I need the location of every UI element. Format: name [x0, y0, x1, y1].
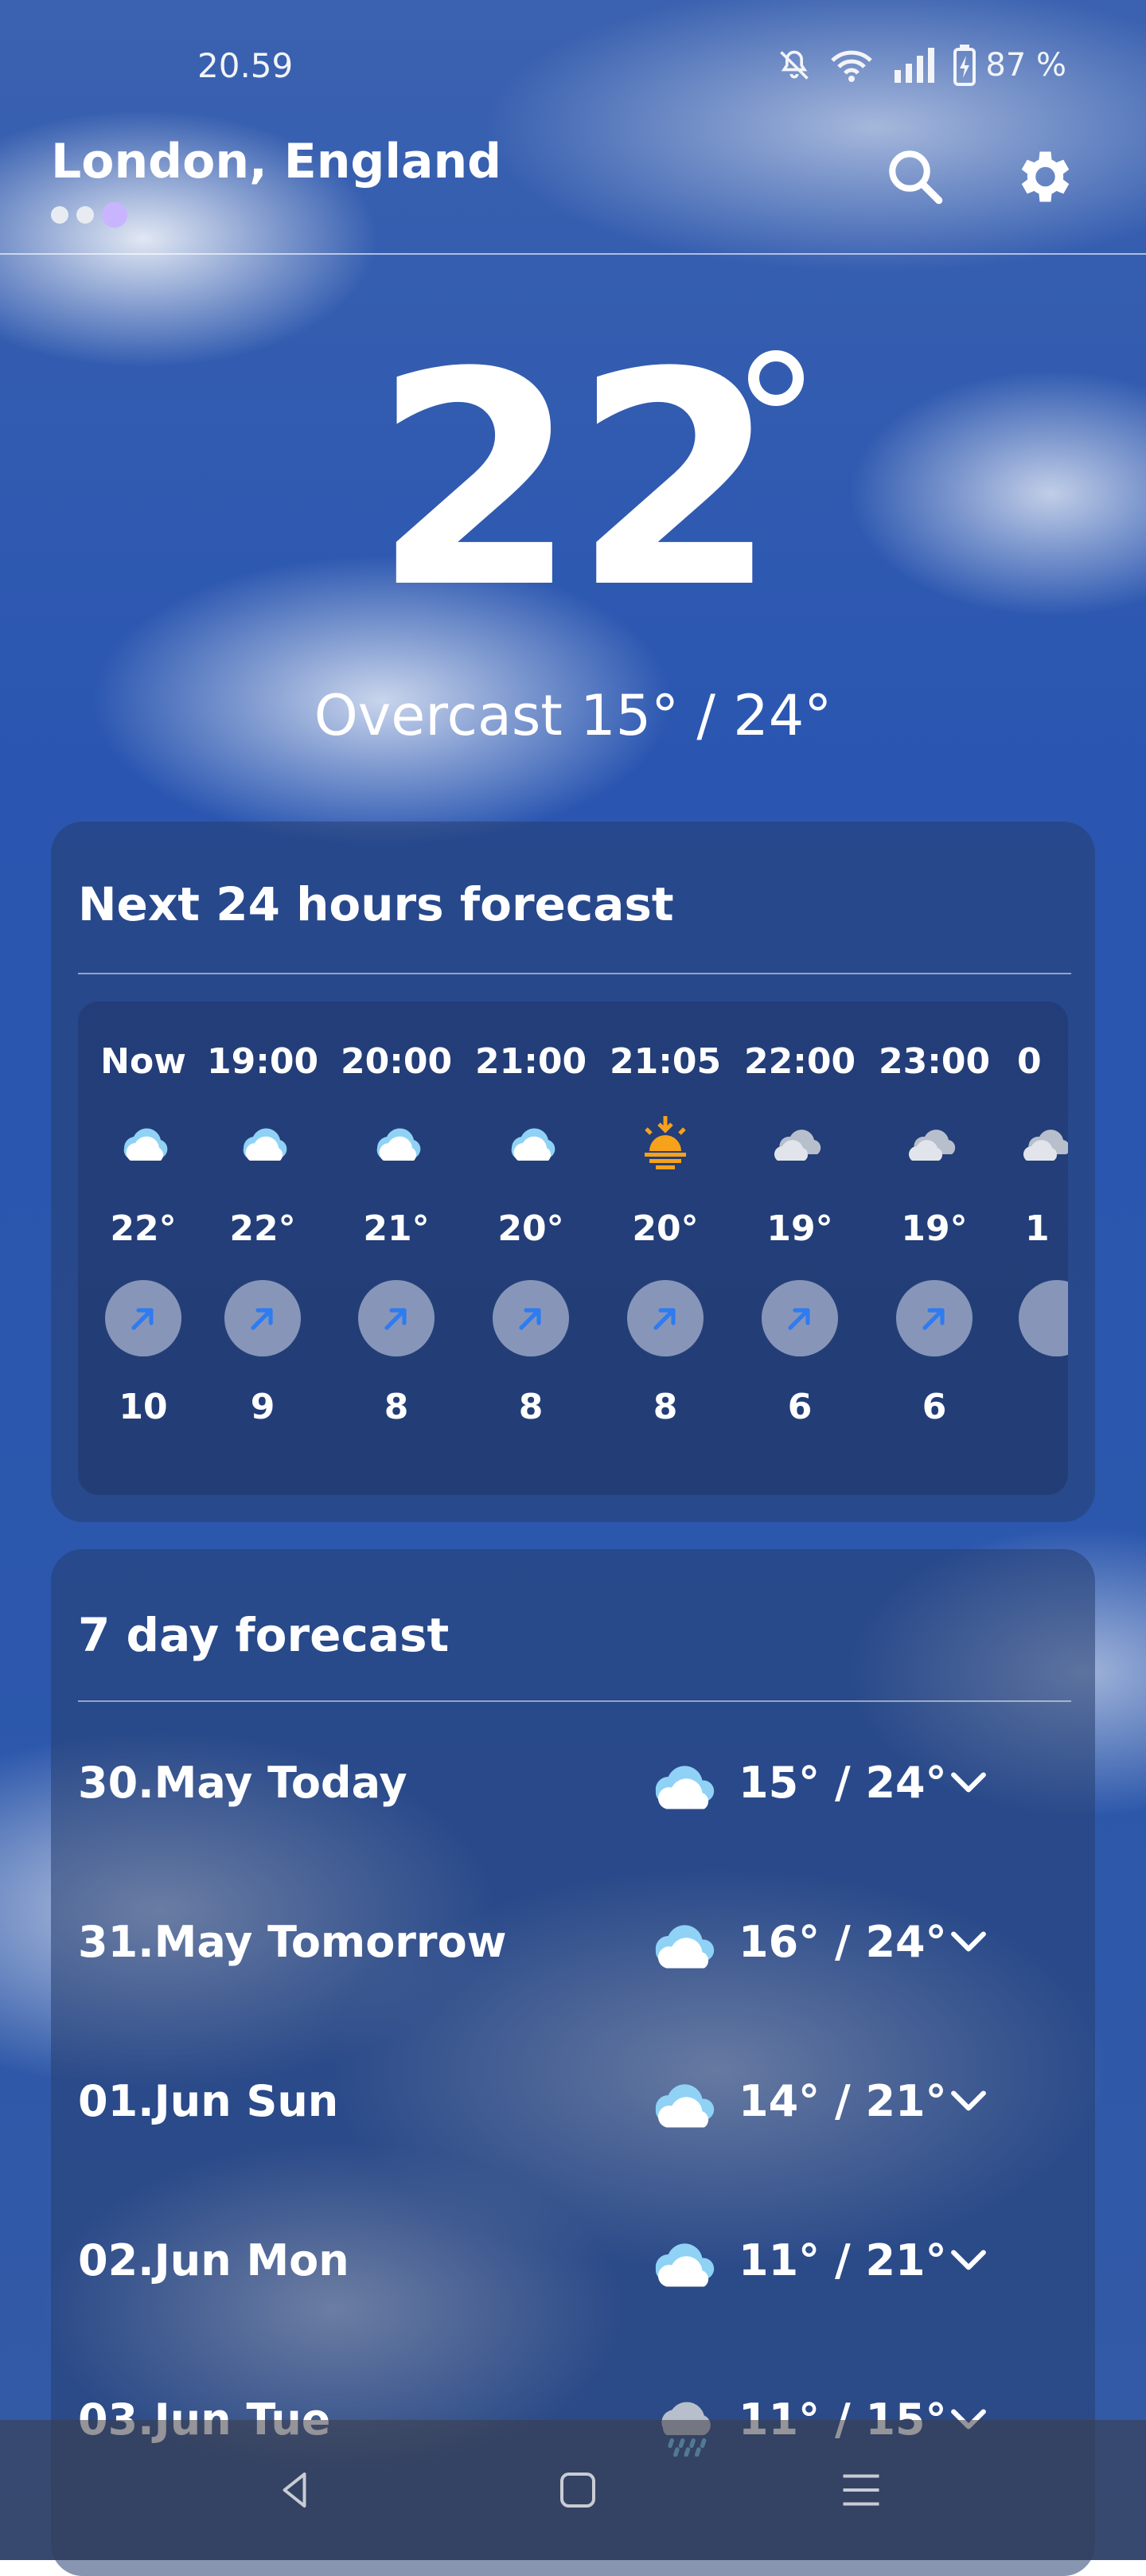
- status-time: 20.59: [197, 46, 294, 85]
- page-dot-active: [102, 202, 127, 228]
- wind-speed: 8: [384, 1387, 409, 1427]
- daily-forecast-title: 7 day forecast: [78, 1608, 450, 1662]
- day-row[interactable]: 31.May Tomorrow 16° / 24°: [78, 1896, 1071, 1992]
- partly-cloudy-icon: [231, 1110, 294, 1173]
- card-divider: [78, 1700, 1071, 1702]
- hour-time: 0: [1017, 1041, 1042, 1082]
- settings-button[interactable]: [1009, 143, 1076, 210]
- day-label: 31.May Tomorrow: [78, 1917, 507, 1967]
- hour-time: 20:00: [341, 1041, 453, 1082]
- partly-cloudy-icon: [645, 2067, 724, 2138]
- hour-temperature: 20°: [497, 1208, 564, 1249]
- partly-cloudy-icon: [111, 1110, 175, 1173]
- current-temperature: 22: [0, 334, 1146, 629]
- day-temperature-range: 14° / 21°: [739, 2076, 947, 2126]
- hour-item: 21:00 20° 8: [475, 1001, 587, 1495]
- navigation-bar: [0, 2420, 1146, 2560]
- hour-time: 22:00: [744, 1041, 856, 1082]
- day-label: 01.Jun Sun: [78, 2076, 339, 2126]
- hourly-forecast-list[interactable]: Now 22° 10 19:00 22° 9 20:00 21° 8 21:00…: [78, 1001, 1068, 1495]
- signal-icon: [891, 48, 936, 83]
- day-row[interactable]: 02.Jun Mon 11° / 21°: [78, 2215, 1071, 2310]
- status-bar: 20.59 87 %: [0, 0, 1146, 127]
- wind-speed: 10: [119, 1387, 168, 1427]
- chevron-down-icon[interactable]: [949, 2086, 988, 2117]
- hour-temperature: 22°: [229, 1208, 296, 1249]
- hour-temperature: 19°: [901, 1208, 968, 1249]
- partly-cloudy-icon: [645, 1748, 724, 1820]
- search-icon: [882, 150, 949, 213]
- hour-time: 21:00: [475, 1041, 587, 1082]
- recents-icon[interactable]: [837, 2466, 885, 2514]
- header-divider: [0, 253, 1146, 255]
- card-divider: [78, 973, 1071, 974]
- sunset-icon: [633, 1110, 697, 1173]
- partly-cloudy-icon: [645, 2226, 724, 2297]
- hour-temperature: 1: [1025, 1208, 1050, 1249]
- search-button[interactable]: [882, 143, 949, 210]
- wind-direction: [493, 1280, 569, 1356]
- chevron-down-icon[interactable]: [949, 1926, 988, 1958]
- cloudy-icon: [1017, 1110, 1068, 1173]
- wind-direction: [896, 1280, 973, 1356]
- wifi-icon: [829, 48, 874, 83]
- wind-speed: 6: [922, 1387, 947, 1427]
- hour-item: 0 1: [1017, 1001, 1068, 1495]
- cloudy-icon: [902, 1110, 966, 1173]
- hour-item: 19:00 22° 9: [207, 1001, 318, 1495]
- hour-temperature: 21°: [363, 1208, 430, 1249]
- chevron-down-icon[interactable]: [949, 1767, 988, 1799]
- wind-direction: [627, 1280, 704, 1356]
- wind-speed: 6: [787, 1387, 813, 1427]
- back-icon[interactable]: [271, 2466, 318, 2514]
- page-dot: [51, 206, 68, 224]
- wind-direction: [762, 1280, 838, 1356]
- hourly-forecast-title: Next 24 hours forecast: [78, 877, 674, 931]
- hour-temperature: 22°: [110, 1208, 177, 1249]
- partly-cloudy-icon: [645, 1907, 724, 1979]
- hour-time: 21:05: [610, 1041, 722, 1082]
- wind-direction: [224, 1280, 301, 1356]
- wind-direction: [358, 1280, 435, 1356]
- home-icon[interactable]: [554, 2466, 602, 2514]
- hourly-forecast-card: Next 24 hours forecast Now 22° 10 19:00: [51, 822, 1095, 1522]
- hour-item: 20:00 21° 8: [341, 1001, 452, 1495]
- page-dot: [76, 206, 94, 224]
- gear-icon: [1009, 151, 1076, 213]
- mute-icon: [777, 48, 812, 83]
- battery-icon: [953, 45, 976, 86]
- wind-speed: 8: [653, 1387, 678, 1427]
- day-row[interactable]: 30.May Today 15° / 24°: [78, 1737, 1071, 1832]
- day-row[interactable]: 01.Jun Sun 14° / 21°: [78, 2055, 1071, 2151]
- current-condition: Overcast 15° / 24°: [314, 683, 832, 748]
- hour-time: 23:00: [879, 1041, 991, 1082]
- wind-speed: 8: [518, 1387, 544, 1427]
- hour-time: 19:00: [207, 1041, 319, 1082]
- current-temperature-value: 22: [372, 310, 778, 653]
- wind-direction: [1019, 1280, 1068, 1356]
- partly-cloudy-icon: [364, 1110, 428, 1173]
- hour-item: 21:05 20° 8: [610, 1001, 721, 1495]
- page-indicator: [51, 202, 127, 228]
- day-temperature-range: 15° / 24°: [739, 1758, 947, 1808]
- hour-item: 23:00 19° 6: [879, 1001, 990, 1495]
- location-title[interactable]: London, England: [51, 134, 501, 189]
- hour-time: Now: [100, 1041, 186, 1082]
- wind-speed: 9: [250, 1387, 275, 1427]
- day-label: 30.May Today: [78, 1758, 407, 1808]
- partly-cloudy-icon: [499, 1110, 563, 1173]
- degree-symbol: [748, 350, 804, 406]
- chevron-down-icon[interactable]: [949, 2245, 988, 2277]
- day-temperature-range: 11° / 21°: [739, 2235, 947, 2285]
- cloudy-icon: [768, 1110, 832, 1173]
- day-temperature-range: 16° / 24°: [739, 1917, 947, 1967]
- wind-direction: [105, 1280, 181, 1356]
- day-label: 02.Jun Mon: [78, 2235, 349, 2285]
- battery-percent: 87 %: [985, 47, 1066, 84]
- hour-temperature: 19°: [766, 1208, 833, 1249]
- hour-temperature: 20°: [632, 1208, 699, 1249]
- hour-item: 22:00 19° 6: [744, 1001, 856, 1495]
- hour-item: Now 22° 10: [88, 1001, 199, 1495]
